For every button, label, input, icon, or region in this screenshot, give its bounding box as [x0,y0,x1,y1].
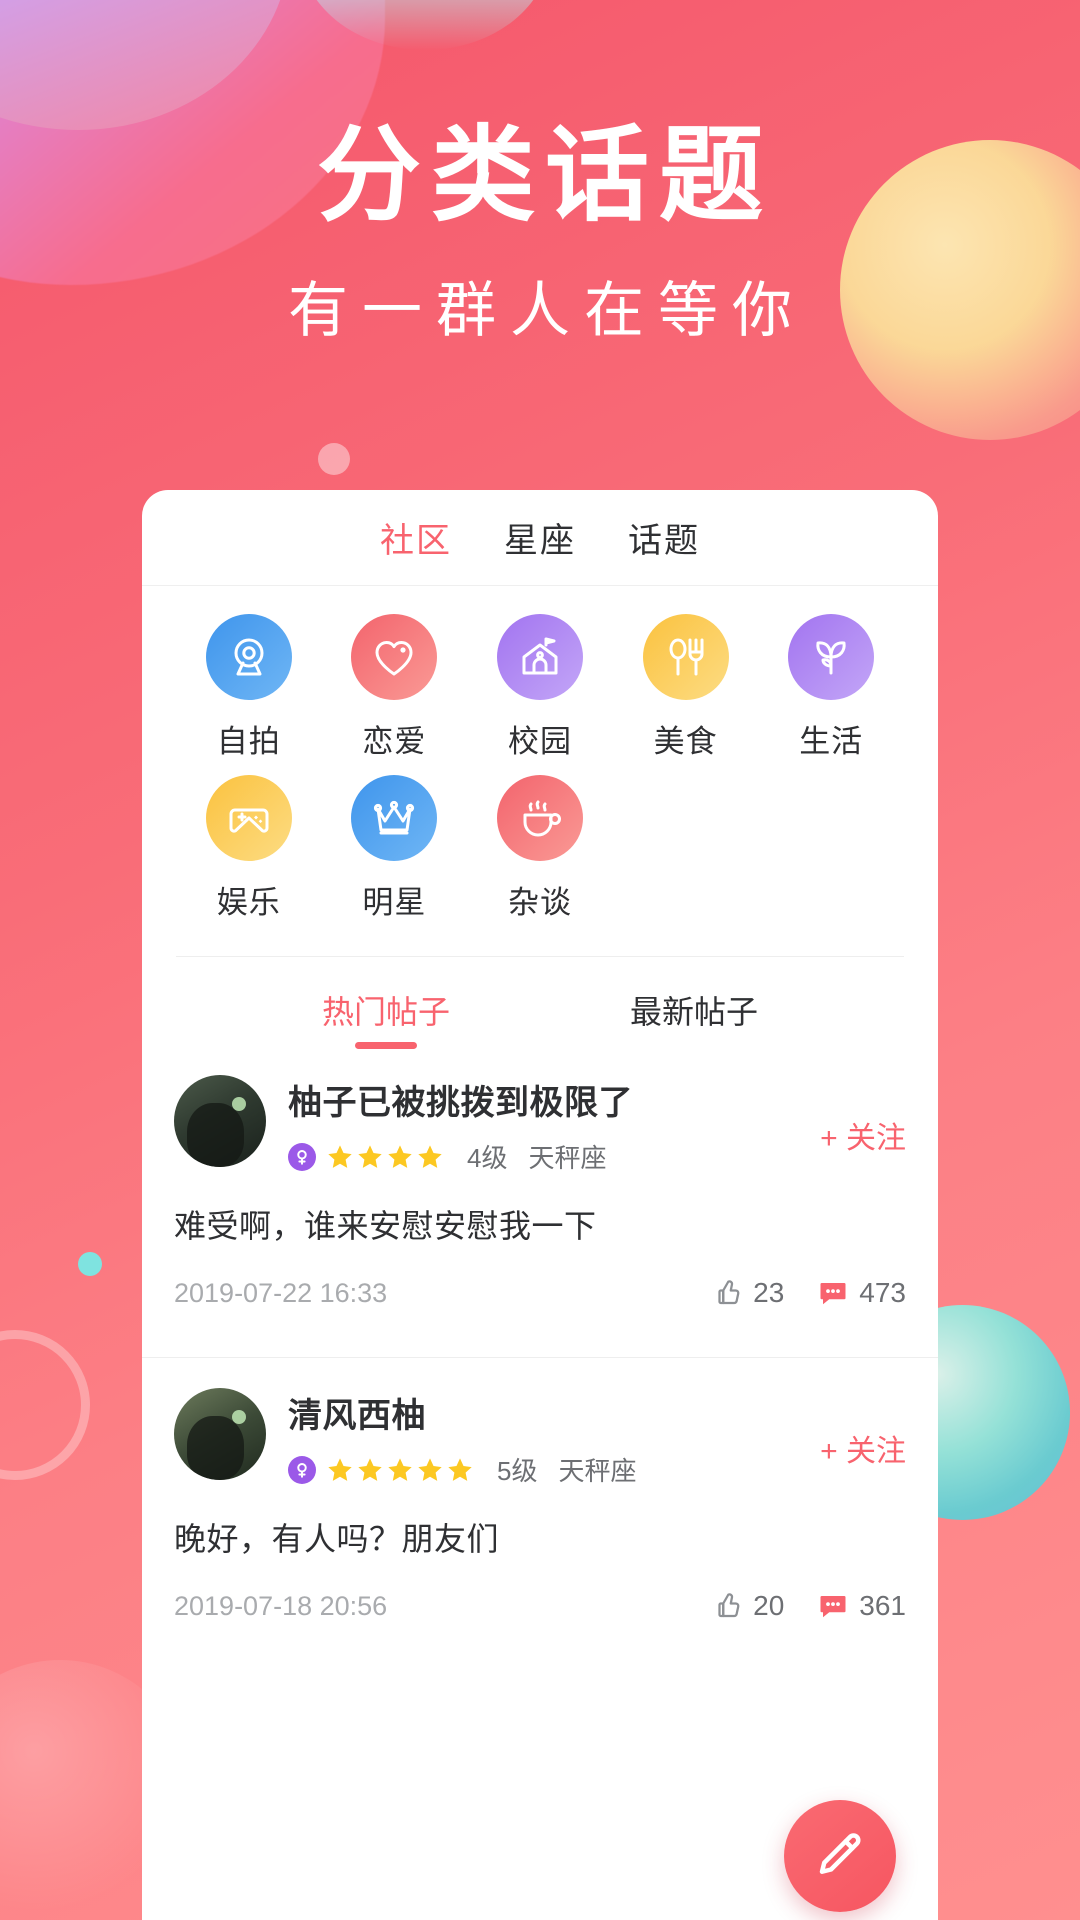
post-footer: 2019-07-22 16:33 23 473 [174,1277,906,1335]
tab-community[interactable]: 社区 [380,513,452,562]
post-body: 晚好，有人吗？朋友们 [174,1521,500,1557]
gamepad-icon [205,775,292,861]
author-badges: 5级 天秤座 [288,1451,906,1488]
page-subtitle: 有一群人在等你 [288,277,806,345]
avatar[interactable] [174,1075,266,1167]
thumbs-up-icon [718,1280,740,1305]
author-level: 5级 [497,1456,538,1486]
category-item-love[interactable]: 恋爱 [322,614,468,761]
post-item[interactable]: 清风西柚 5级 天秤座 + 关注 晚好，有人吗？朋友们 2019-07-18 2… [142,1357,938,1648]
flower-icon [788,614,875,700]
tab-zodiac[interactable]: 星座 [504,513,576,562]
decor-dot-pink [318,443,350,475]
comment-icon [820,1283,846,1305]
post-meta: 清风西柚 5级 天秤座 [288,1388,906,1488]
pencil-icon [819,1833,861,1874]
female-gender-icon [288,1455,316,1484]
follow-button[interactable]: + 关注 [820,1113,906,1157]
avatar-highlight [231,1410,246,1425]
category-label: 娱乐 [216,885,281,920]
author-zodiac: 天秤座 [528,1143,607,1173]
post-date: 2019-07-18 20:56 [174,1590,388,1621]
decor-blob-top-middle [300,0,550,50]
post-header: 柚子已被挑拨到极限了 4级 天秤座 + 关注 [174,1075,906,1175]
like-count: 20 [753,1590,785,1621]
category-label: 明星 [362,885,427,920]
author-level: 4级 [467,1143,508,1173]
level-stars [326,1456,474,1484]
avatar[interactable] [174,1388,266,1480]
tab-topic[interactable]: 话题 [628,513,700,562]
coffee-icon [496,775,583,861]
post-title: 柚子已被挑拨到极限了 [288,1084,633,1122]
category-item-celebrity[interactable]: 明星 [322,775,468,922]
decor-blob-top-left-2 [0,0,290,130]
post-footer: 2019-07-18 20:56 20 361 [174,1590,906,1648]
post-item[interactable]: 柚子已被挑拨到极限了 4级 天秤座 + 关注 难受啊，谁来安慰安慰我一下 201… [142,1057,938,1335]
category-item-chat[interactable]: 杂谈 [467,775,613,922]
level-stars [326,1143,444,1171]
screen-root: 分类话题 有一群人在等你 社区 星座 话题 自拍 恋爱 校园 美食 生活 娱乐 … [0,0,1080,1920]
heart-icon [351,614,438,700]
follow-button[interactable]: + 关注 [820,1426,906,1470]
category-grid: 自拍 恋爱 校园 美食 生活 娱乐 明星 杂谈 [142,586,938,940]
page-title: 分类话题 [316,118,773,234]
avatar-highlight [231,1097,246,1112]
category-item-selfie[interactable]: 自拍 [176,614,322,761]
decor-dot-teal [78,1252,102,1276]
comment-stat[interactable]: 361 [818,1590,906,1622]
category-item-life[interactable]: 生活 [758,614,904,761]
category-item-entertainment[interactable]: 娱乐 [176,775,322,922]
female-gender-icon [288,1142,316,1171]
decor-ring-left [0,1330,90,1480]
author-badges: 4级 天秤座 [288,1138,906,1175]
like-count: 23 [753,1277,785,1308]
post-title: 清风西柚 [288,1397,426,1435]
comment-count: 361 [859,1590,906,1621]
post-stats: 23 473 [712,1277,906,1309]
top-tab-bar: 社区 星座 话题 [142,490,938,586]
category-item-campus[interactable]: 校园 [467,614,613,761]
tab-latest-posts[interactable]: 最新帖子 [630,987,758,1049]
post-body: 难受啊，谁来安慰安慰我一下 [174,1208,597,1244]
camera-icon [205,614,292,700]
author-zodiac: 天秤座 [558,1456,637,1486]
thumbs-up-icon [718,1593,740,1618]
post-tab-bar: 热门帖子 最新帖子 [142,957,938,1057]
category-label: 生活 [799,724,864,759]
tab-hot-posts[interactable]: 热门帖子 [322,987,450,1049]
category-item-food[interactable]: 美食 [613,614,759,761]
compose-post-button[interactable] [784,1800,896,1912]
post-stats: 20 361 [712,1590,906,1622]
category-label: 美食 [653,724,718,759]
category-label: 恋爱 [362,724,427,759]
post-header: 清风西柚 5级 天秤座 + 关注 [174,1388,906,1488]
comment-icon [820,1596,846,1618]
comment-count: 473 [859,1277,906,1308]
post-meta: 柚子已被挑拨到极限了 4级 天秤座 [288,1075,906,1175]
cutlery-icon [642,614,729,700]
category-label: 校园 [507,724,572,759]
app-preview-card: 社区 星座 话题 自拍 恋爱 校园 美食 生活 娱乐 明星 杂谈 热门帖子 最新… [142,490,938,1920]
school-icon [496,614,583,700]
like-stat[interactable]: 23 [712,1277,784,1309]
category-label: 自拍 [216,724,281,759]
category-label: 杂谈 [507,885,572,920]
hero-section: 分类话题 有一群人在等你 [0,118,1080,349]
like-stat[interactable]: 20 [712,1590,784,1622]
comment-stat[interactable]: 473 [818,1277,906,1309]
post-date: 2019-07-22 16:33 [174,1277,388,1308]
crown-icon [351,775,438,861]
